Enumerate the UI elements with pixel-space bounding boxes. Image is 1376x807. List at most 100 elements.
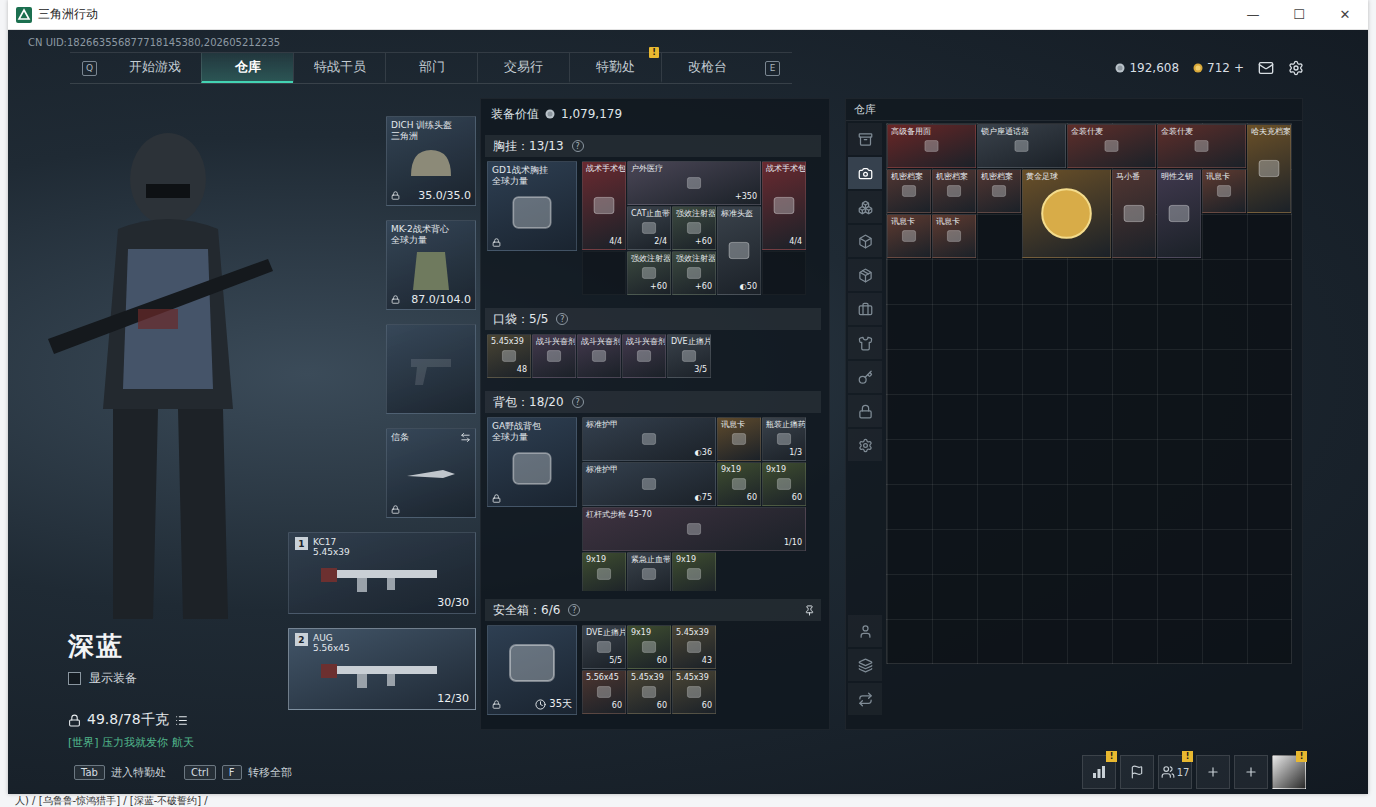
warehouse-tab[interactable] (848, 429, 882, 461)
flag-button[interactable] (1120, 755, 1154, 789)
nav-tab[interactable]: 交易行 (477, 53, 569, 83)
item-tile[interactable]: 战斗兴奋剂 (532, 334, 576, 378)
gear-slot[interactable] (386, 324, 476, 414)
item-tile[interactable]: 标准护甲◐75 (582, 462, 716, 506)
gear-slot[interactable]: DICH 训练头盔三角洲35.0/35.0 (386, 116, 476, 206)
warehouse-tab[interactable] (848, 361, 882, 393)
empty-slot[interactable] (762, 251, 806, 295)
warehouse-tab[interactable] (848, 191, 882, 223)
item-tile[interactable]: 讯息卡 (717, 417, 761, 461)
item-tile[interactable]: 锁户座通话器 (977, 124, 1066, 168)
warehouse-tab[interactable] (848, 683, 882, 715)
window-control[interactable]: — (1230, 0, 1276, 29)
item-tile[interactable]: 明性之钥 (1157, 169, 1201, 258)
warehouse-tab[interactable] (848, 157, 882, 189)
list-icon[interactable] (175, 714, 188, 727)
item-tile[interactable]: 强效注射器+60 (627, 251, 671, 295)
item-tile[interactable]: 讯息卡 (887, 214, 931, 258)
gear-icon[interactable] (1288, 60, 1304, 76)
warehouse-tab[interactable] (848, 327, 882, 359)
pin-icon[interactable] (804, 605, 815, 616)
empty-slot[interactable] (582, 251, 626, 295)
help-button[interactable]: ? (556, 313, 568, 325)
item-tile[interactable]: 5.45x3960 (672, 670, 716, 714)
item-tile[interactable]: 强效注射器+60 (672, 251, 716, 295)
window-control[interactable]: ✕ (1322, 0, 1368, 29)
item-tile[interactable]: 9x19 (672, 552, 716, 591)
swap-icon[interactable] (460, 432, 471, 443)
item-tile[interactable]: 高级备用面 (887, 124, 976, 168)
item-tile[interactable]: 金装什麦 (1157, 124, 1246, 168)
item-tile[interactable]: 金装什麦 (1067, 124, 1156, 168)
key-hint[interactable]: Tab进入特勤处 (74, 765, 166, 780)
nav-tab[interactable]: 特勤处! (569, 53, 661, 83)
item-tile[interactable]: 强效注射器+60 (672, 206, 716, 250)
item-tile[interactable]: 战术手术包4/4 (582, 161, 626, 250)
item-tile[interactable]: DVE止痛片5/5 (582, 625, 626, 669)
item-tile[interactable]: 讯息卡 (1202, 169, 1246, 213)
nav-tab[interactable]: 特战干员 (293, 53, 385, 83)
help-button[interactable]: ? (568, 604, 580, 616)
item-tile[interactable]: 机密档案 (977, 169, 1021, 213)
boxes-icon (858, 200, 873, 215)
plus-icon (1244, 765, 1258, 779)
item-tile[interactable]: 瓶装止痛药1/3 (762, 417, 806, 461)
warehouse-tab[interactable] (848, 649, 882, 681)
item-tile[interactable]: 户外医疗+350 (627, 161, 761, 205)
item-tile[interactable]: DVE止痛片3/5 (667, 334, 711, 378)
item-tile[interactable]: 5.45x3948 (487, 334, 531, 378)
item-tile[interactable]: 标准护甲◐36 (582, 417, 716, 461)
add-button[interactable] (1196, 755, 1230, 789)
gear-slot[interactable]: MK-2战术背心全球力量87.0/104.0 (386, 220, 476, 310)
stats-button[interactable]: ! (1082, 755, 1116, 789)
add-button[interactable] (1234, 755, 1268, 789)
warehouse-tab[interactable] (848, 225, 882, 257)
warehouse-tab[interactable] (848, 259, 882, 291)
slot-number: 1 (295, 537, 308, 550)
warehouse-tab[interactable] (848, 395, 882, 427)
item-tile[interactable]: 战术手术包4/4 (762, 161, 806, 250)
item-tile[interactable]: 马小番 (1112, 169, 1156, 258)
container-slot[interactable]: 35天 (487, 625, 577, 715)
nav-tab[interactable]: 改枪台 (661, 53, 753, 83)
gear-slot[interactable]: 信条 (386, 428, 476, 518)
key-hint[interactable]: CtrlF转移全部 (184, 765, 292, 780)
item-tile[interactable]: 5.45x3960 (627, 670, 671, 714)
weapon-slot[interactable]: 2AUG5.56x4512/30 (288, 628, 476, 710)
item-tile[interactable]: 9x19 (582, 552, 626, 591)
item-tile[interactable]: 9x1960 (762, 462, 806, 506)
window-control[interactable]: ☐ (1276, 0, 1322, 29)
item-tile[interactable]: 5.45x3943 (672, 625, 716, 669)
friends-button[interactable]: 17! (1158, 755, 1192, 789)
warehouse-tab[interactable] (848, 123, 882, 155)
container-slot[interactable]: GA野战背包全球力量 (487, 417, 577, 507)
item-tile[interactable]: 杠杆式步枪 45-701/10 (582, 507, 806, 551)
item-tile[interactable]: CAT止血带2/4 (627, 206, 671, 250)
item-tile[interactable]: 机密档案 (887, 169, 931, 213)
item-tile[interactable]: 9x1960 (627, 625, 671, 669)
item-tile[interactable]: 紧急止血带 (627, 552, 671, 591)
add-button[interactable]: + (1234, 61, 1244, 75)
show-gear-toggle[interactable]: 显示装备 (68, 670, 288, 687)
mail-icon[interactable] (1258, 60, 1274, 76)
nav-tab[interactable]: 部门 (385, 53, 477, 83)
checkbox[interactable] (68, 672, 81, 685)
nav-tab[interactable]: 仓库 (201, 53, 293, 83)
item-tile[interactable]: 5.56x4560 (582, 670, 626, 714)
nav-tab[interactable]: 开始游戏 (109, 53, 201, 83)
item-tile[interactable]: 黄金足球 (1022, 169, 1111, 258)
item-tile[interactable]: 哈夫克档案 (1247, 124, 1291, 213)
item-tile[interactable]: 9x1960 (717, 462, 761, 506)
help-button[interactable]: ? (572, 140, 584, 152)
item-tile[interactable]: 机密档案 (932, 169, 976, 213)
warehouse-tab[interactable] (848, 615, 882, 647)
weapon-slot[interactable]: 1KC175.45x3930/30 (288, 532, 476, 614)
avatar-button[interactable]: ! (1272, 755, 1306, 789)
item-tile[interactable]: 标准头盔◐50 (717, 206, 761, 295)
item-tile[interactable]: 讯息卡 (932, 214, 976, 258)
container-slot[interactable]: GD1战术胸挂全球力量 (487, 161, 577, 251)
item-tile[interactable]: 战斗兴奋剂 (577, 334, 621, 378)
item-tile[interactable]: 战斗兴奋剂 (622, 334, 666, 378)
help-button[interactable]: ? (572, 396, 584, 408)
warehouse-tab[interactable] (848, 293, 882, 325)
